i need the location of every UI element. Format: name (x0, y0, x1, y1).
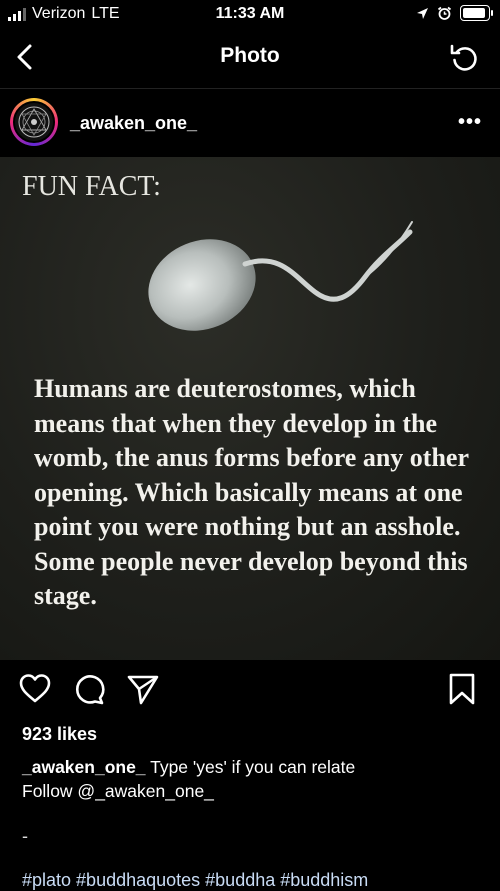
caption-separator: - (22, 826, 28, 846)
caption-username[interactable]: _awaken_one_ (22, 757, 146, 777)
nav-bar: Photo (0, 30, 500, 84)
image-heading: FUN FACT: (22, 171, 161, 202)
page-title: Photo (220, 44, 280, 67)
refresh-icon[interactable] (448, 42, 480, 74)
avatar[interactable] (10, 98, 58, 146)
bookmark-icon[interactable] (445, 672, 479, 706)
avatar-image (13, 101, 55, 143)
like-heart-icon[interactable] (18, 672, 52, 706)
post-header: _awaken_one_ ••• (0, 88, 500, 157)
image-quote: Humans are deuterostomes, which means th… (34, 374, 469, 610)
share-icon[interactable] (126, 672, 160, 706)
likes-count[interactable]: 923 likes (22, 724, 97, 745)
caption-text: Type 'yes' if you can relate (150, 757, 356, 777)
post-actions (0, 672, 500, 712)
status-bar: Verizon LTE 11:33 AM (0, 0, 500, 30)
caption: _awaken_one_ Type 'yes' if you can relat… (22, 756, 492, 803)
comment-icon[interactable] (72, 672, 106, 706)
post-username[interactable]: _awaken_one_ (70, 113, 197, 134)
status-right (416, 5, 493, 21)
sperm-illustration (148, 221, 413, 331)
location-icon (417, 7, 428, 19)
avatar-emblem-icon (18, 106, 50, 138)
caption-follow-line: Follow @_awaken_one_ (22, 780, 214, 801)
alarm-icon (437, 6, 452, 20)
more-options-icon[interactable]: ••• (458, 111, 482, 134)
caption-hashtags[interactable]: #plato #buddhaquotes #buddha #buddhism (22, 870, 368, 891)
post-image[interactable]: FUN FACT: Humans are deuterostomes, whic… (0, 157, 500, 660)
battery-icon (460, 5, 493, 21)
